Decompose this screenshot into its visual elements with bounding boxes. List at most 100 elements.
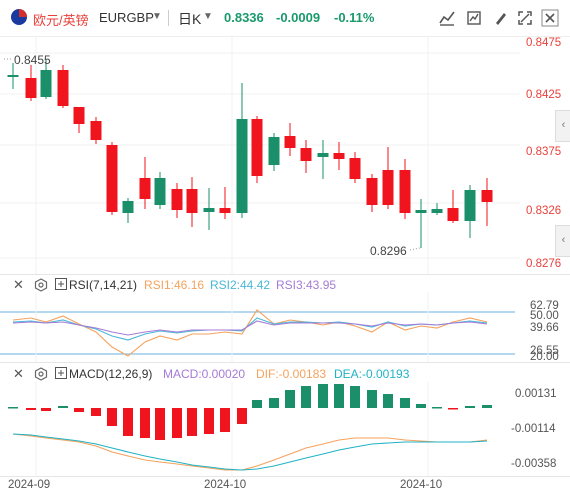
candle-body <box>106 145 118 212</box>
candle-body <box>171 189 183 210</box>
macd-histogram-bar <box>400 398 410 408</box>
eu-uk-flag-icon <box>11 9 27 25</box>
candle-body <box>203 208 215 212</box>
macd-axis-label: -0.00114 <box>511 423 556 435</box>
rsi3-line <box>12 320 488 336</box>
macd-histogram-bar <box>367 390 377 408</box>
candle-body <box>464 190 476 221</box>
x-axis-label: 2024-10 <box>204 479 247 491</box>
macd-histogram-bar <box>301 386 311 408</box>
macd-histogram-bar <box>155 408 165 440</box>
chevron-left-icon: ‹ <box>561 119 566 131</box>
chart-type-icon[interactable] <box>438 9 456 27</box>
candle-body <box>268 137 280 165</box>
macd-histogram-bar <box>140 408 150 438</box>
macd-histogram-bar <box>465 406 475 408</box>
rsi1-line <box>12 309 488 357</box>
macd-histogram-bar <box>74 408 84 412</box>
macd-histogram-bar <box>482 405 492 408</box>
macd-histogram-bar <box>58 406 68 408</box>
close-icon[interactable]: ✕ <box>13 366 24 382</box>
candle-body <box>154 178 166 205</box>
timeframe-select[interactable]: 日K <box>178 9 201 29</box>
candle-body <box>481 190 493 202</box>
settings-icon[interactable] <box>34 367 48 381</box>
price-label: 0.8375 <box>526 146 562 158</box>
price-label: 0.8475 <box>526 37 562 49</box>
divider <box>168 10 169 26</box>
expand-icon[interactable] <box>55 367 67 379</box>
panel-divider <box>0 362 570 363</box>
dea-value: DEA:-0.00193 <box>334 367 410 381</box>
candle-body <box>382 170 394 205</box>
symbol-dropdown-icon[interactable]: ▼ <box>152 11 162 22</box>
settings-icon[interactable] <box>34 278 48 292</box>
candle-body <box>431 209 443 213</box>
candle-body <box>399 170 411 213</box>
candle-body <box>122 201 134 213</box>
panel-divider <box>0 274 570 275</box>
rsi2-value: RSI2:44.42 <box>210 278 271 292</box>
macd-histogram-bar <box>269 398 279 408</box>
price-change: -0.0009 <box>276 10 321 25</box>
macd-histogram-bar <box>107 408 117 426</box>
price-change-percent: -0.11% <box>334 10 375 25</box>
chevron-left-icon: ‹ <box>561 234 566 246</box>
rsi-axis-label: 39.66 <box>530 322 559 334</box>
chart-header: 欧元/英镑 EURGBP ▼ 日K ▼ 0.8336 -0.0009 -0.11… <box>0 0 570 37</box>
macd-histogram-bar <box>91 408 101 416</box>
pair-name[interactable]: 欧元/英镑 <box>33 10 89 29</box>
candle-body <box>57 70 69 106</box>
macd-histogram-bar <box>334 384 344 408</box>
candle-body <box>219 208 231 213</box>
candle-body <box>300 148 312 161</box>
side-panel-toggle[interactable]: ‹ <box>555 225 570 257</box>
macd-histogram-bar <box>285 390 295 408</box>
macd-histogram-bar <box>123 408 133 436</box>
close-icon[interactable]: ✕ <box>13 277 24 293</box>
macd-chart[interactable] <box>0 382 520 476</box>
candle-body <box>284 136 296 148</box>
macd-axis-label: -0.00358 <box>511 458 557 470</box>
macd-histogram-bar <box>26 408 36 410</box>
candle-body <box>25 78 37 98</box>
candle-body <box>186 189 198 213</box>
symbol-code[interactable]: EURGBP <box>99 10 154 25</box>
expand-icon[interactable] <box>55 278 67 290</box>
candle-body <box>90 121 102 140</box>
macd-histogram-bar <box>220 408 230 432</box>
macd-histogram-bar <box>350 386 360 408</box>
macd-histogram-bar <box>416 404 426 408</box>
indicator-icon[interactable] <box>465 9 483 27</box>
dif-value: DIF:-0.00183 <box>256 367 327 381</box>
macd-value: MACD:0.00020 <box>163 367 246 381</box>
price-label: 0.8276 <box>526 258 562 270</box>
low-price-annotation: 0.8296 <box>370 244 407 258</box>
price-label: 0.8326 <box>526 205 562 217</box>
macd-histogram-bar <box>252 400 262 408</box>
candle-body <box>40 70 52 97</box>
macd-histogram-bar <box>237 408 247 424</box>
draw-icon[interactable] <box>492 9 510 27</box>
timeframe-dropdown-icon[interactable]: ▼ <box>203 11 213 22</box>
candle-body <box>366 178 378 205</box>
macd-histogram-bar <box>432 407 442 409</box>
rsi-chart[interactable] <box>0 292 570 362</box>
rsi-title: RSI(7,14,21) <box>69 278 138 292</box>
rsi1-value: RSI1:46.16 <box>144 278 205 292</box>
axis-divider <box>0 476 570 477</box>
candle-body <box>73 107 85 124</box>
fullscreen-icon[interactable] <box>516 9 534 27</box>
candlestick-chart[interactable]: 0.8455 0.8296 <box>0 37 520 274</box>
macd-histogram-bar <box>383 394 393 408</box>
candle-body <box>447 208 459 221</box>
macd-histogram-bar <box>187 408 197 436</box>
macd-histogram-bar <box>448 408 458 410</box>
close-icon[interactable] <box>541 9 559 27</box>
annotation-leader <box>409 247 421 251</box>
side-panel-toggle[interactable]: ‹ <box>555 110 570 142</box>
candle-body <box>415 210 427 213</box>
candle-body <box>251 119 263 176</box>
macd-histogram-bar <box>204 408 214 434</box>
macd-axis-label: 0.00131 <box>515 388 557 400</box>
